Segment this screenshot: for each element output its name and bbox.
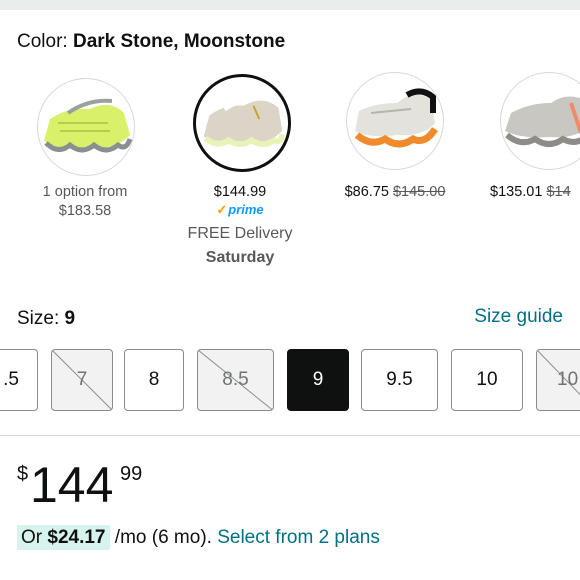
swatch-1-line2: $183.58 <box>58 203 112 219</box>
installment-amount: $24.17 <box>47 527 106 548</box>
size-option[interactable]: 9.5 <box>361 349 438 411</box>
swatch-4-info: $135.01 $14 <box>490 183 580 202</box>
swatch-2-price: $144.99 <box>213 184 267 200</box>
size-option[interactable]: 8 <box>124 349 184 411</box>
swatch-4-was-price: $14 <box>546 184 571 200</box>
swatch-4-price: $135.01 <box>490 184 543 200</box>
prime-check-icon: ✓ <box>216 202 228 217</box>
price-symbol: $ <box>17 463 29 485</box>
size-option-selected[interactable]: 9 <box>287 349 349 411</box>
size-option-unavailable[interactable]: 8.5 <box>197 349 274 411</box>
color-swatch-2-selected[interactable] <box>193 74 291 172</box>
color-swatch-4[interactable] <box>500 72 580 170</box>
swatch-1-info: 1 option from $183.58 <box>15 183 155 221</box>
prime-badge: ✓prime <box>216 202 264 217</box>
swatch-3-was-price: $145.00 <box>392 184 446 200</box>
installment-row: Or $24.17 /mo (6 mo). Select from 2 plan… <box>17 525 380 550</box>
size-value: 9 <box>64 308 76 329</box>
shoe-lime-icon <box>44 98 133 153</box>
size-guide-link[interactable]: Size guide <box>474 306 563 328</box>
shoe-grey-icon <box>505 96 580 147</box>
installment-term: /mo (6 mo). <box>109 527 212 548</box>
swatch-3-info: $86.75 $145.00 <box>325 183 465 202</box>
size-option-unavailable[interactable]: 10 <box>536 349 580 411</box>
color-swatch-1[interactable] <box>37 78 135 176</box>
top-divider-bar <box>0 0 580 10</box>
size-option-unavailable[interactable]: 7 <box>51 349 113 411</box>
swatch-2-delivery-day: Saturday <box>205 249 275 266</box>
shoe-orange-icon <box>354 88 438 148</box>
select-plans-link[interactable]: Select from 2 plans <box>217 527 380 548</box>
price-fraction: 99 <box>120 463 143 485</box>
color-value: Dark Stone, Moonstone <box>72 31 286 52</box>
price-whole: 144 <box>30 457 114 513</box>
color-label: Color: <box>17 31 68 52</box>
color-swatch-3[interactable] <box>346 72 444 170</box>
shoe-stone-icon <box>203 95 286 147</box>
section-divider <box>0 435 580 436</box>
swatch-3-price: $86.75 <box>344 184 389 200</box>
size-label: Size: 9 <box>17 308 76 329</box>
swatch-2-delivery: FREE Delivery <box>187 225 293 242</box>
size-option[interactable]: .5 <box>0 349 38 411</box>
color-row: Color: Dark Stone, Moonstone <box>17 31 285 53</box>
size-option[interactable]: 10 <box>451 349 523 411</box>
swatch-1-line1: 1 option from <box>42 184 128 200</box>
installment-chip: Or $24.17 <box>17 525 110 550</box>
swatch-2-info: $144.99 ✓prime FREE Delivery Saturday <box>170 183 310 267</box>
